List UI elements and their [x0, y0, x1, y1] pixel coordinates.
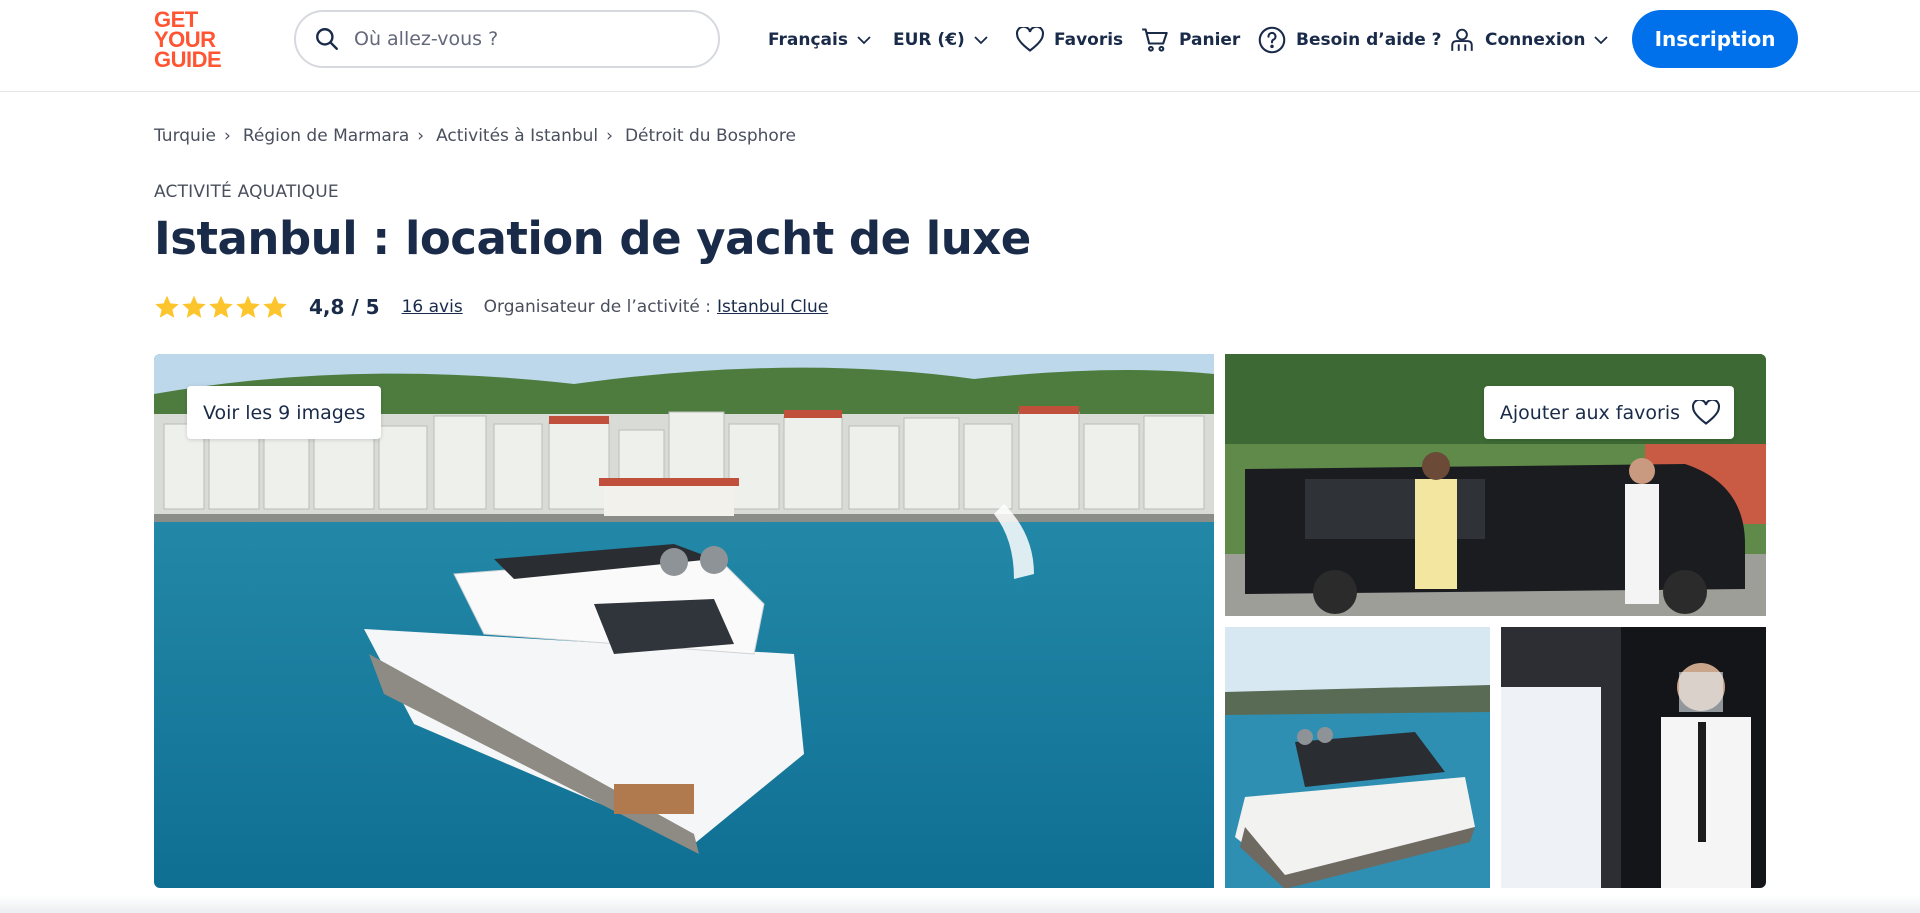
yacht-side-photo: [1225, 627, 1490, 888]
organizer-label: Organisateur de l’activité :: [483, 297, 711, 317]
getyourguide-logo[interactable]: GET YOUR GUIDE: [154, 9, 232, 72]
activity-category: ACTIVITÉ AQUATIQUE: [154, 182, 339, 202]
help-circle-icon: [1258, 26, 1286, 54]
user-icon: [1451, 28, 1473, 51]
search-icon: [316, 28, 338, 50]
star-icon: [263, 295, 287, 318]
search-box[interactable]: [294, 10, 720, 68]
star-icon: [209, 295, 233, 318]
chevron-down-icon: [857, 36, 871, 45]
star-icon: [182, 295, 206, 318]
currency-label: EUR (€): [893, 30, 965, 50]
reviews-link[interactable]: 16 avis: [402, 297, 463, 317]
search-input[interactable]: [354, 28, 674, 50]
chauffeur-photo: [1501, 627, 1766, 888]
chevron-down-icon: [974, 36, 988, 45]
favorites-link[interactable]: Favoris: [1016, 22, 1123, 58]
view-all-images-button[interactable]: Voir les 9 images: [187, 386, 382, 439]
add-to-favorites-label: Ajouter aux favoris: [1499, 401, 1680, 424]
chevron-down-icon: [1594, 36, 1609, 45]
chauffeur-image[interactable]: [1501, 627, 1766, 888]
signup-button[interactable]: Inscription: [1632, 10, 1798, 68]
star-rating: [154, 294, 289, 320]
currency-selector[interactable]: EUR (€): [893, 22, 989, 58]
breadcrumb-item[interactable]: Activités à Istanbul: [436, 126, 598, 146]
star-icon: [155, 295, 179, 318]
page-title: Istanbul : location de yacht de luxe: [154, 212, 1031, 265]
help-link[interactable]: Besoin d’aide ?: [1258, 22, 1442, 58]
rating-row: 4,8 / 5 16 avis Organisateur de l’activi…: [154, 292, 828, 322]
heart-icon: [1016, 27, 1044, 52]
language-selector[interactable]: Français: [768, 22, 872, 58]
add-to-favorites-button[interactable]: Ajouter aux favoris: [1483, 386, 1734, 439]
breadcrumb-item[interactable]: Détroit du Bosphore: [625, 126, 796, 146]
organizer-link[interactable]: Istanbul Clue: [717, 297, 828, 317]
top-header: GET YOUR GUIDE Français EUR (€) Favoris …: [0, 0, 1920, 92]
star-icon: [236, 295, 260, 318]
page-bottom-shadow: [0, 895, 1920, 913]
breadcrumb-item[interactable]: Région de Marmara: [243, 126, 409, 146]
heart-icon: [1692, 399, 1720, 425]
cart-label: Panier: [1179, 30, 1241, 50]
breadcrumb-separator: ›: [417, 126, 425, 146]
breadcrumb-separator: ›: [606, 126, 613, 146]
transfer-van-image[interactable]: Ajouter aux favoris: [1225, 354, 1766, 616]
cart-link[interactable]: Panier: [1141, 22, 1240, 58]
main-yacht-image[interactable]: Voir les 9 images: [154, 354, 1214, 888]
rating-value: 4,8 / 5: [309, 295, 380, 319]
breadcrumb-separator: ›: [224, 126, 231, 146]
cart-icon: [1142, 28, 1168, 52]
language-label: Français: [768, 30, 848, 50]
login-menu[interactable]: Connexion: [1449, 22, 1609, 58]
favorites-label: Favoris: [1054, 30, 1124, 50]
image-gallery: Voir les 9 images Ajouter aux favoris: [154, 354, 1766, 888]
yacht-bosphorus-image[interactable]: [1225, 627, 1490, 888]
logo-line-3: GUIDE: [154, 47, 222, 72]
breadcrumb: Turquie › Région de Marmara › Activités …: [154, 126, 804, 146]
login-label: Connexion: [1485, 30, 1586, 50]
breadcrumb-item[interactable]: Turquie: [154, 126, 216, 146]
help-label: Besoin d’aide ?: [1296, 30, 1442, 50]
